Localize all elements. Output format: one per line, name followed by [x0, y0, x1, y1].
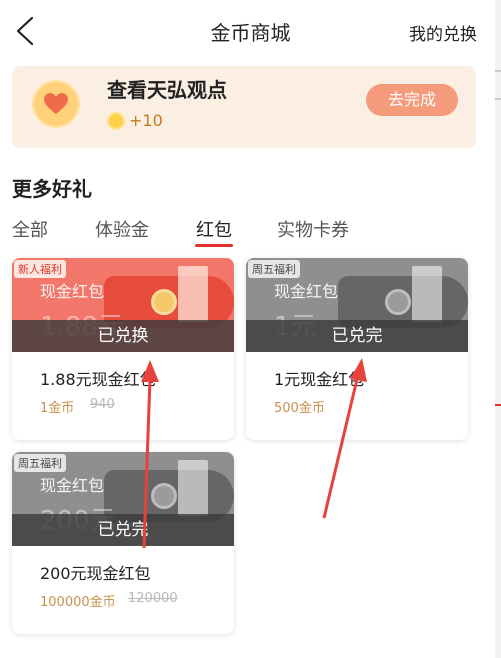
edge-tick	[495, 404, 501, 406]
status-overlay: 已兑换	[12, 320, 234, 352]
gift-name: 1.88元现金红包	[40, 370, 156, 389]
section-title: 更多好礼	[12, 177, 92, 201]
gift-price: 100000金币	[40, 595, 116, 610]
gift-thumbnail: 周五福利 现金红包 200元 已兑完	[12, 452, 234, 546]
promo-tag: 周五福利	[14, 454, 66, 472]
coin-icon	[107, 112, 125, 130]
promo-tag: 新人福利	[14, 260, 66, 278]
original-price: 940	[90, 397, 115, 412]
my-exchange-link[interactable]: 我的兑换	[409, 20, 477, 45]
coin-decoration-icon	[151, 289, 177, 315]
status-overlay: 已兑完	[12, 514, 234, 546]
gift-card[interactable]: 周五福利 现金红包 1元 已兑完 1元现金红包 500金币	[246, 258, 468, 440]
promo-tag: 周五福利	[248, 260, 300, 278]
packet-flap	[412, 266, 442, 322]
thumbnail-label: 现金红包	[274, 282, 339, 301]
gift-thumbnail: 周五福利 现金红包 1元 已兑完	[246, 258, 468, 352]
screen-edge-strip	[495, 0, 501, 658]
top-nav-bar: 金币商城 我的兑换	[0, 0, 501, 62]
go-complete-button[interactable]: 去完成	[366, 84, 458, 116]
gift-price: 500金币	[274, 401, 325, 416]
coin-decoration-icon	[385, 289, 411, 315]
gift-card[interactable]: 新人福利 现金红包 1.88元 已兑换 1.88元现金红包 1金币 940	[12, 258, 234, 440]
edge-tick	[495, 70, 501, 72]
status-overlay: 已兑完	[246, 320, 468, 352]
tab-all[interactable]: 全部	[12, 216, 48, 242]
tab-trial-fund[interactable]: 体验金	[95, 216, 149, 242]
heart-icon	[44, 93, 68, 114]
category-tabs: 全部 体验金 红包 实物卡券	[0, 216, 501, 248]
thumbnail-label: 现金红包	[40, 476, 105, 495]
tab-red-packet[interactable]: 红包	[196, 216, 232, 242]
tab-physical-coupons[interactable]: 实物卡券	[277, 216, 349, 242]
gift-thumbnail: 新人福利 现金红包 1.88元 已兑换	[12, 258, 234, 352]
heart-badge	[32, 80, 80, 128]
edge-tick	[495, 98, 501, 100]
gift-name: 1元现金红包	[274, 370, 365, 389]
original-price: 120000	[128, 591, 178, 606]
gift-card[interactable]: 周五福利 现金红包 200元 已兑完 200元现金红包 100000金币 120…	[12, 452, 234, 634]
packet-flap	[178, 266, 208, 322]
task-title: 查看天弘观点	[107, 78, 227, 102]
packet-flap	[178, 460, 208, 516]
task-reward: +10	[129, 111, 163, 130]
thumbnail-label: 现金红包	[40, 282, 105, 301]
coin-decoration-icon	[151, 483, 177, 509]
gift-price: 1金币	[40, 401, 75, 416]
gift-name: 200元现金红包	[40, 564, 151, 583]
task-banner: 查看天弘观点 +10 去完成	[12, 66, 476, 148]
active-tab-indicator	[195, 244, 233, 247]
